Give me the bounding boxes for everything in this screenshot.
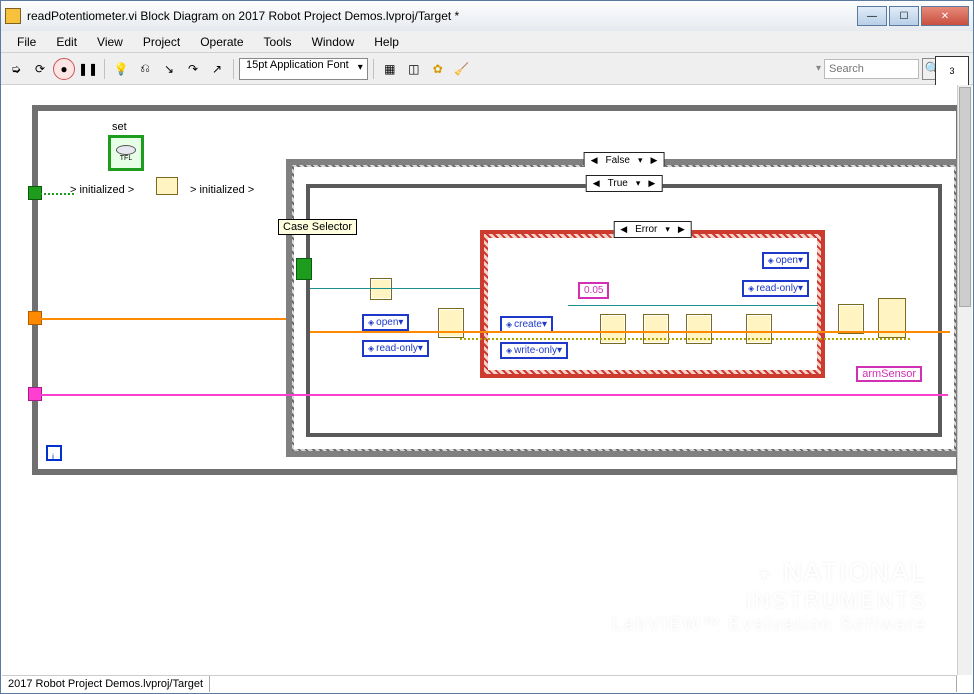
wire	[36, 318, 288, 320]
toolbar-separator	[104, 59, 105, 79]
status-spacer	[210, 676, 957, 692]
search-sep: ▾	[816, 63, 821, 74]
close-button[interactable]: ✕	[921, 6, 969, 26]
tooltip-case-selector: Case Selector	[278, 219, 357, 235]
window-title: readPotentiometer.vi Block Diagram on 20…	[27, 9, 857, 23]
step-over-button[interactable]: ↷	[182, 58, 204, 80]
abort-button[interactable]: ●	[53, 58, 75, 80]
align-button[interactable]: ▦	[379, 58, 401, 80]
status-path[interactable]: 2017 Robot Project Demos.lvproj/Target	[2, 676, 210, 692]
menu-bar: File Edit View Project Operate Tools Win…	[1, 31, 973, 53]
pause-button[interactable]: ❚❚	[77, 58, 99, 80]
wire	[310, 288, 480, 289]
connector-count: 3	[949, 66, 954, 76]
vertical-scrollbar[interactable]	[957, 85, 972, 675]
toolbar-separator	[373, 59, 374, 79]
menu-view[interactable]: View	[87, 33, 133, 51]
prev-case-icon[interactable]: ◀	[587, 155, 602, 166]
case-selector-true[interactable]: ◀ True ▾ ▶	[586, 175, 663, 192]
minimize-button[interactable]: —	[857, 6, 887, 26]
block-diagram-canvas[interactable]: i set TFL > initialized > > initialized …	[2, 85, 957, 675]
reorder-button[interactable]: ✿	[427, 58, 449, 80]
scroll-thumb[interactable]	[959, 87, 971, 307]
wire	[568, 305, 818, 306]
case-true-selector-terminal[interactable]	[296, 258, 312, 280]
path-node[interactable]	[370, 278, 392, 300]
toolbar: ➭ ⟳ ● ❚❚ 💡 ⎌ ↘ ↷ ↗ 15pt Application Font…	[1, 53, 973, 85]
retain-wire-button[interactable]: ⎌	[134, 58, 156, 80]
title-bar[interactable]: readPotentiometer.vi Block Diagram on 20…	[1, 1, 973, 31]
while-loop[interactable]: i set TFL > initialized > > initialized …	[32, 105, 957, 475]
iteration-terminal[interactable]: i	[46, 445, 62, 461]
const-open-1[interactable]: ◈open ▾	[362, 314, 409, 331]
app-window: readPotentiometer.vi Block Diagram on 20…	[0, 0, 974, 694]
tfl-label: set	[112, 121, 127, 133]
next-case-icon[interactable]: ▶	[674, 224, 689, 235]
search-input[interactable]	[824, 59, 919, 79]
wire	[38, 394, 948, 396]
wire	[310, 331, 950, 333]
menu-tools[interactable]: Tools	[254, 33, 302, 51]
next-case-icon[interactable]: ▶	[646, 155, 661, 166]
oval-icon	[116, 145, 136, 155]
armsensor-indicator[interactable]: armSensor	[856, 366, 922, 382]
highlight-exec-button[interactable]: 💡	[110, 58, 132, 80]
case-structure-error[interactable]: ◀ Error ▾ ▶ ◈open ▾ ◈read-only ▾ 0.05 ◈c…	[480, 230, 825, 378]
step-out-button[interactable]: ↗	[206, 58, 228, 80]
toolbar-separator	[233, 59, 234, 79]
case-structure-true[interactable]: ◀ True ▾ ▶ ◀ Error ▾ ▶	[306, 184, 942, 437]
window-buttons: — ☐ ✕	[857, 6, 969, 26]
menu-project[interactable]: Project	[133, 33, 190, 51]
wire	[36, 193, 74, 195]
case-outer-body: ◀ True ▾ ▶ ◀ Error ▾ ▶	[294, 167, 954, 449]
error-case-body: ◈open ▾ ◈read-only ▾ 0.05 ◈create ▾ ◈wri…	[488, 238, 817, 370]
step-into-button[interactable]: ↘	[158, 58, 180, 80]
cleanup-button[interactable]: 🧹	[451, 58, 473, 80]
dropdown-icon[interactable]: ▾	[634, 155, 647, 166]
read-node[interactable]	[838, 304, 864, 334]
const-open-2[interactable]: ◈open ▾	[762, 252, 809, 269]
const-readonly-1[interactable]: ◈read-only ▾	[362, 340, 429, 357]
const-readonly-2[interactable]: ◈read-only ▾	[742, 280, 809, 297]
run-cont-button[interactable]: ⟳	[29, 58, 51, 80]
connector-pane[interactable]: 3	[935, 56, 969, 86]
prev-case-icon[interactable]: ◀	[589, 178, 604, 189]
font-selector[interactable]: 15pt Application Font	[239, 58, 368, 80]
menu-operate[interactable]: Operate	[190, 33, 253, 51]
initialized-label-1: > initialized >	[70, 184, 134, 196]
app-icon	[5, 8, 21, 24]
first-call-node[interactable]: TFL	[108, 135, 144, 171]
watermark: ✶ NATIONAL INSTRUMENTS LabVIEW™ Evaluati…	[612, 557, 927, 635]
const-writeonly[interactable]: ◈write-only ▾	[500, 342, 568, 359]
maximize-button[interactable]: ☐	[889, 6, 919, 26]
run-button[interactable]: ➭	[5, 58, 27, 80]
file-open-left-node[interactable]	[438, 308, 464, 338]
const-num[interactable]: 0.05	[578, 282, 609, 299]
menu-window[interactable]: Window	[302, 33, 365, 51]
status-bar: 2017 Robot Project Demos.lvproj/Target	[2, 675, 957, 692]
wire	[460, 338, 910, 340]
menu-file[interactable]: File	[7, 33, 46, 51]
prev-case-icon[interactable]: ◀	[616, 224, 631, 235]
menu-edit[interactable]: Edit	[46, 33, 87, 51]
initialized-label-2: > initialized >	[190, 184, 254, 196]
menu-help[interactable]: Help	[364, 33, 409, 51]
case-selector-error[interactable]: ◀ Error ▾ ▶	[613, 221, 692, 238]
distribute-button[interactable]: ◫	[403, 58, 425, 80]
feedback-node[interactable]	[156, 177, 178, 195]
dropdown-icon[interactable]: ▾	[661, 224, 674, 235]
dropdown-icon[interactable]: ▾	[632, 178, 645, 189]
case-structure-outer[interactable]: ◀ False ▾ ▶ ◀ True ▾ ▶	[286, 159, 957, 457]
next-case-icon[interactable]: ▶	[644, 178, 659, 189]
